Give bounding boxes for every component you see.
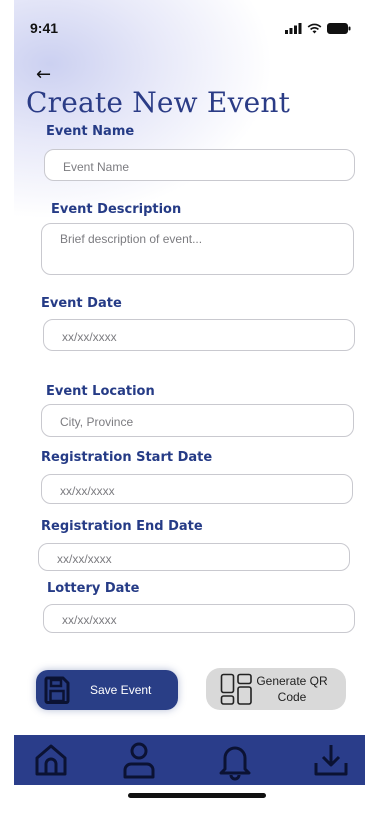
lottery-date-input[interactable] bbox=[43, 604, 355, 633]
event-date-input[interactable] bbox=[43, 319, 355, 351]
registration-start-label: Registration Start Date bbox=[41, 450, 213, 465]
nav-notifications-button[interactable] bbox=[216, 741, 254, 785]
bottom-nav-bar bbox=[14, 735, 365, 785]
event-description-input[interactable] bbox=[41, 223, 354, 275]
generate-qr-label-line2: Code bbox=[277, 690, 307, 704]
event-location-input[interactable] bbox=[41, 404, 354, 437]
registration-end-label: Registration End Date bbox=[41, 519, 203, 534]
status-time: 9:41 bbox=[30, 20, 59, 36]
event-description-label: Event Description bbox=[51, 202, 182, 217]
nav-home-button[interactable] bbox=[32, 741, 70, 783]
bell-icon bbox=[219, 746, 251, 781]
nav-profile-button[interactable] bbox=[120, 741, 158, 785]
lottery-date-label: Lottery Date bbox=[47, 581, 140, 596]
home-icon bbox=[35, 744, 67, 776]
generate-qr-label: Generate QR Code bbox=[256, 673, 328, 705]
download-icon bbox=[314, 745, 348, 776]
event-name-label: Event Name bbox=[46, 124, 135, 139]
event-name-input[interactable] bbox=[44, 149, 355, 181]
save-event-button[interactable]: Save Event bbox=[36, 670, 178, 710]
qr-layout-icon bbox=[220, 673, 252, 705]
battery-icon bbox=[327, 23, 351, 34]
floppy-disk-icon bbox=[44, 676, 70, 704]
profile-icon bbox=[123, 742, 155, 779]
phone-screen: 9:41 ← Create New Event Event Name Event… bbox=[14, 0, 365, 814]
event-date-label: Event Date bbox=[41, 296, 122, 311]
signal-icon bbox=[285, 23, 302, 34]
generate-qr-code-button[interactable]: Generate QR Code bbox=[206, 668, 346, 710]
wifi-icon bbox=[307, 23, 322, 34]
registration-start-input[interactable] bbox=[41, 474, 353, 504]
page-title: Create New Event bbox=[26, 86, 291, 119]
generate-qr-label-line1: Generate QR bbox=[256, 674, 328, 688]
save-event-label: Save Event bbox=[90, 683, 152, 697]
status-icons bbox=[285, 22, 351, 34]
nav-download-button[interactable] bbox=[312, 741, 350, 783]
home-indicator bbox=[128, 793, 266, 798]
back-arrow-icon[interactable]: ← bbox=[36, 66, 51, 84]
event-location-label: Event Location bbox=[46, 384, 155, 399]
status-bar: 9:41 bbox=[14, 0, 365, 40]
registration-end-input[interactable] bbox=[38, 543, 350, 571]
